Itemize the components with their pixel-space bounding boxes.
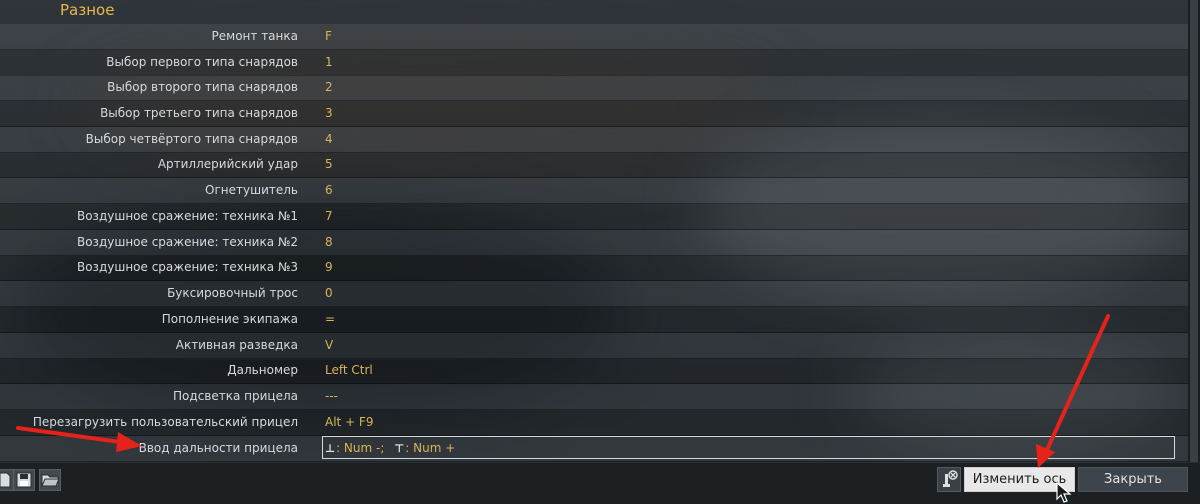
table-row-selected[interactable]: Ввод дальности прицела ⊥: Num -; ⊤: Num … — [0, 436, 1188, 462]
table-row[interactable]: Выбор второго типа снарядов 2 — [0, 75, 1188, 101]
axis-reset-icon — [943, 469, 958, 487]
table-row[interactable]: Подсветка прицела --- — [0, 384, 1188, 410]
scrollbar[interactable] — [1188, 0, 1200, 462]
row-value[interactable]: V — [325, 338, 333, 352]
row-value[interactable]: 8 — [325, 235, 333, 249]
scrollbar-thumb[interactable] — [1190, 0, 1198, 462]
row-value[interactable]: --- — [325, 389, 338, 403]
row-label: Активная разведка — [175, 338, 298, 352]
table-row[interactable]: Артиллерийский удар 5 — [0, 152, 1188, 178]
row-label: Буксировочный трос — [167, 286, 298, 300]
row-value[interactable]: 1 — [325, 55, 333, 69]
open-folder-icon — [41, 474, 59, 487]
row-value[interactable]: Alt + F9 — [325, 415, 373, 429]
table-row[interactable]: Буксировочный трос 0 — [0, 281, 1188, 307]
table-row[interactable]: Пополнение экипажа = — [0, 307, 1188, 333]
row-value[interactable]: 3 — [325, 106, 333, 120]
table-row[interactable]: Ремонт танка F — [0, 24, 1188, 50]
row-value[interactable]: 6 — [325, 183, 333, 197]
row-label: Ввод дальности прицела — [138, 441, 298, 455]
row-label: Выбор второго типа снарядов — [107, 80, 298, 94]
save-icon — [16, 472, 32, 488]
row-label: Воздушное сражение: техника №1 — [76, 209, 298, 223]
axis-decrease-icon: ⊥ — [325, 442, 336, 455]
row-label: Выбор четвёртого типа снарядов — [85, 132, 298, 146]
table-row[interactable]: Огнетушитель 6 — [0, 178, 1188, 204]
row-label: Воздушное сражение: техника №3 — [76, 260, 298, 274]
row-label: Дальномер — [227, 363, 298, 377]
table-row[interactable]: Активная разведка V — [0, 333, 1188, 359]
table-row[interactable]: Выбор первого типа снарядов 1 — [0, 50, 1188, 76]
axis-minus-binding: : Num -; — [336, 441, 385, 455]
row-label: Подсветка прицела — [173, 389, 298, 403]
close-button[interactable]: Закрыть — [1078, 467, 1188, 492]
new-file-icon — [0, 472, 11, 488]
table-row[interactable]: Воздушное сражение: техника №2 8 — [0, 230, 1188, 256]
row-value[interactable]: 0 — [325, 286, 333, 300]
row-value[interactable]: = — [325, 312, 335, 326]
row-label: Ремонт танка — [211, 29, 298, 43]
axis-plus-binding: : Num + — [405, 441, 456, 455]
row-value[interactable]: F — [325, 29, 332, 43]
row-value[interactable]: 5 — [325, 157, 333, 171]
row-label: Выбор первого типа снарядов — [106, 55, 298, 69]
axis-reset-button[interactable] — [937, 467, 961, 492]
axis-binding-value[interactable]: ⊥: Num -; ⊤: Num + — [325, 441, 455, 455]
open-preset-button[interactable] — [39, 469, 61, 491]
table-row[interactable]: Дальномер Left Ctrl — [0, 358, 1188, 384]
row-value[interactable]: 4 — [325, 132, 333, 146]
section-title: Разное — [60, 1, 115, 19]
row-label: Пополнение экипажа — [161, 312, 298, 326]
save-preset-button[interactable] — [13, 469, 35, 491]
section-header: Разное — [0, 0, 1188, 24]
row-label: Воздушное сражение: техника №2 — [76, 235, 298, 249]
table-row[interactable]: Воздушное сражение: техника №3 9 — [0, 255, 1188, 281]
controls-list-panel: Разное Ремонт танка F Выбор первого типа… — [0, 0, 1188, 462]
table-row[interactable]: Выбор четвёртого типа снарядов 4 — [0, 127, 1188, 153]
axis-increase-icon: ⊤ — [394, 442, 405, 455]
table-row[interactable]: Выбор третьего типа снарядов 3 — [0, 101, 1188, 127]
row-value[interactable]: 7 — [325, 209, 333, 223]
row-label: Выбор третьего типа снарядов — [100, 106, 298, 120]
row-label: Огнетушитель — [205, 183, 298, 197]
table-row[interactable]: Воздушное сражение: техника №1 7 — [0, 204, 1188, 230]
row-label: Артиллерийский удар — [157, 157, 298, 171]
row-value[interactable]: 2 — [325, 80, 333, 94]
mouse-cursor-icon — [1056, 482, 1072, 503]
table-row[interactable]: Перезагрузить пользовательский прицел Al… — [0, 410, 1188, 436]
row-label: Перезагрузить пользовательский прицел — [32, 415, 298, 429]
row-value[interactable]: 9 — [325, 260, 333, 274]
row-value[interactable]: Left Ctrl — [325, 363, 373, 377]
